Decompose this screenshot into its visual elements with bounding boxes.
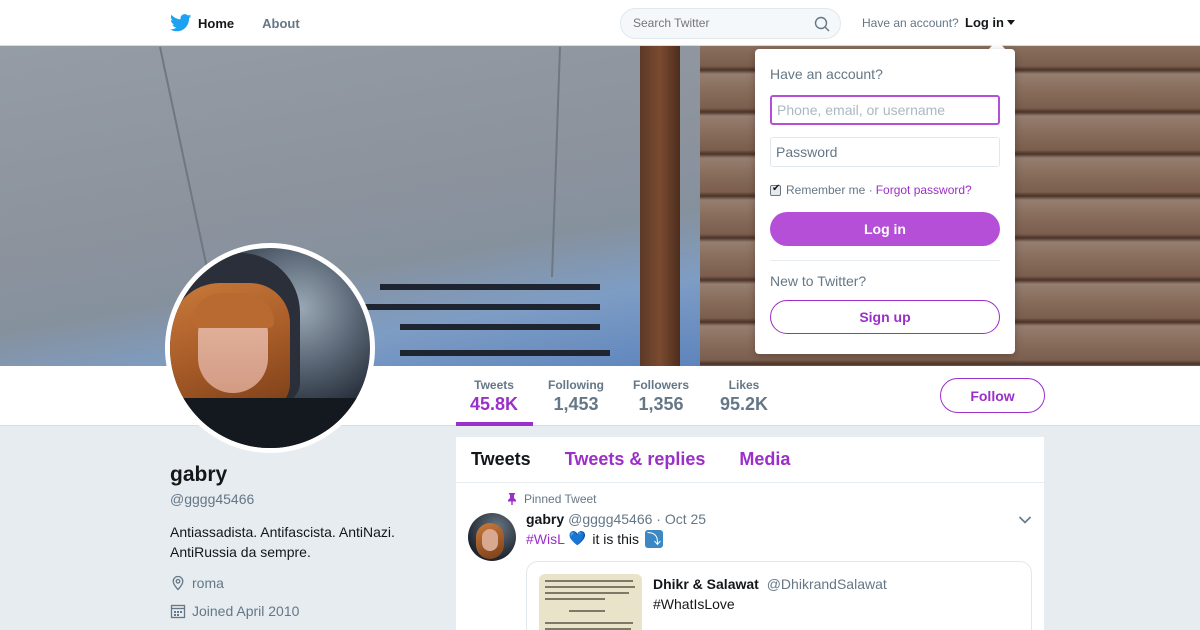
stat-tweets[interactable]: Tweets 45.8K [470, 378, 518, 415]
login-dropdown: Have an account? Remember me · Forgot pa… [755, 49, 1015, 354]
signup-button[interactable]: Sign up [770, 300, 1000, 334]
tweet-text: #WisL 💙 it is this [526, 529, 664, 549]
tab-tweets-replies[interactable]: Tweets & replies [565, 449, 706, 470]
remember-me-label[interactable]: Remember me · [786, 183, 873, 197]
profile-handle: @gggg45466 [170, 491, 255, 507]
calendar-icon [170, 604, 186, 619]
pin-icon [508, 493, 516, 505]
image-text-line [545, 580, 633, 582]
stat-likes-label: Likes [728, 378, 760, 392]
dropdown-divider [770, 260, 1000, 261]
quoted-author-handle: @DhikrandSalawat [766, 576, 887, 592]
login-menu-label: Log in [965, 15, 1004, 30]
banner-slot [400, 324, 600, 330]
avatar-photo [170, 248, 370, 448]
pinned-tweet-label: Pinned Tweet [506, 492, 597, 506]
username-field[interactable] [770, 95, 1000, 125]
tweet-body: it is this [592, 531, 640, 547]
search-input[interactable] [633, 16, 803, 30]
have-account-text: Have an account? [862, 16, 959, 30]
follow-button[interactable]: Follow [940, 378, 1045, 413]
image-text-line [545, 586, 635, 588]
about-link-label: About [262, 15, 300, 31]
banner-slot [400, 350, 610, 356]
password-field[interactable] [770, 137, 1000, 167]
profile-avatar[interactable] [165, 243, 375, 453]
tweet-header: gabry @gggg45466 · Oct 25 [526, 511, 706, 527]
profile-joined: Joined April 2010 [170, 603, 299, 619]
nav-left: Home About [170, 0, 328, 46]
caret-down-icon [1007, 20, 1015, 25]
stat-following[interactable]: Following 1,453 [548, 378, 604, 415]
stat-followers-value: 1,356 [638, 394, 684, 414]
banner-rail [640, 46, 680, 366]
profile-name[interactable]: gabry [170, 463, 227, 487]
image-text-line [569, 610, 605, 612]
image-text-line [545, 598, 605, 600]
twitter-bird-icon [170, 14, 192, 32]
image-text-line [545, 622, 633, 624]
top-navigation-bar: Home About Have an account? Log in [0, 0, 1200, 46]
search-box[interactable] [620, 8, 841, 39]
login-menu-toggle[interactable]: Log in [965, 15, 1015, 30]
tab-media[interactable]: Media [739, 449, 790, 470]
arrow-down-emoji-icon [645, 529, 664, 549]
profile-location-text: roma [192, 575, 224, 591]
active-stat-underline [456, 422, 533, 426]
pinned-tweet-text: Pinned Tweet [524, 492, 597, 506]
quoted-tweet-text: #WhatIsLove [653, 596, 735, 612]
timeline: Tweets Tweets & replies Media Pinned Twe… [456, 437, 1044, 630]
stat-likes-value: 95.2K [720, 394, 769, 414]
stat-likes[interactable]: Likes 95.2K [720, 378, 768, 415]
quoted-tweet-image [539, 574, 642, 630]
image-text-line [545, 592, 629, 594]
stat-tweets-label: Tweets [474, 378, 514, 392]
home-link[interactable]: Home [170, 14, 234, 32]
stat-following-label: Following [548, 378, 604, 392]
dropdown-title: Have an account? [770, 66, 883, 82]
tweet-author-avatar[interactable] [468, 513, 516, 561]
quoted-tweet-header: Dhikr & Salawat @DhikrandSalawat [653, 576, 887, 592]
profile-joined-text: Joined April 2010 [192, 603, 300, 619]
chevron-down-icon[interactable] [1018, 515, 1032, 525]
tab-tweets[interactable]: Tweets [471, 449, 531, 470]
stat-followers[interactable]: Followers 1,356 [633, 378, 689, 415]
new-to-twitter-text: New to Twitter? [770, 273, 867, 289]
avatar-bangs [192, 293, 274, 328]
avatar-jacket [170, 398, 370, 448]
location-pin-icon [172, 575, 184, 591]
banner-slot [340, 304, 600, 310]
stat-tweets-value: 45.8K [470, 394, 519, 414]
about-link[interactable]: About [262, 16, 300, 31]
login-button[interactable]: Log in [770, 212, 1000, 246]
blue-heart-emoji: 💙 [568, 531, 587, 547]
profile-bio-line: AntiRussia da sempre. [170, 544, 311, 560]
quoted-author-name: Dhikr & Salawat [653, 576, 759, 592]
remember-me-row: Remember me · Forgot password? [770, 183, 972, 197]
tweet-avatar-face [482, 529, 498, 551]
timeline-tabs: Tweets Tweets & replies Media [456, 437, 1044, 483]
profile-bio: Antiassadista. Antifascista. AntiNazi. A… [170, 522, 440, 562]
tweet-author-name[interactable]: gabry [526, 511, 564, 527]
tweet-author-meta[interactable]: @gggg45466 · Oct 25 [568, 511, 706, 527]
stat-following-value: 1,453 [553, 394, 599, 414]
quoted-tweet[interactable]: Dhikr & Salawat @DhikrandSalawat #WhatIs… [526, 561, 1032, 630]
profile-bio-line: Antiassadista. Antifascista. AntiNazi. [170, 524, 395, 540]
profile-location: roma [170, 575, 224, 591]
remember-me-checkbox[interactable] [770, 183, 781, 196]
forgot-password-link[interactable]: Forgot password? [876, 183, 972, 197]
stat-followers-label: Followers [633, 378, 690, 392]
search-icon[interactable] [814, 16, 830, 32]
tweet-hashtag[interactable]: #WisL [526, 531, 565, 547]
banner-slot [380, 284, 600, 290]
home-link-label: Home [198, 15, 235, 31]
